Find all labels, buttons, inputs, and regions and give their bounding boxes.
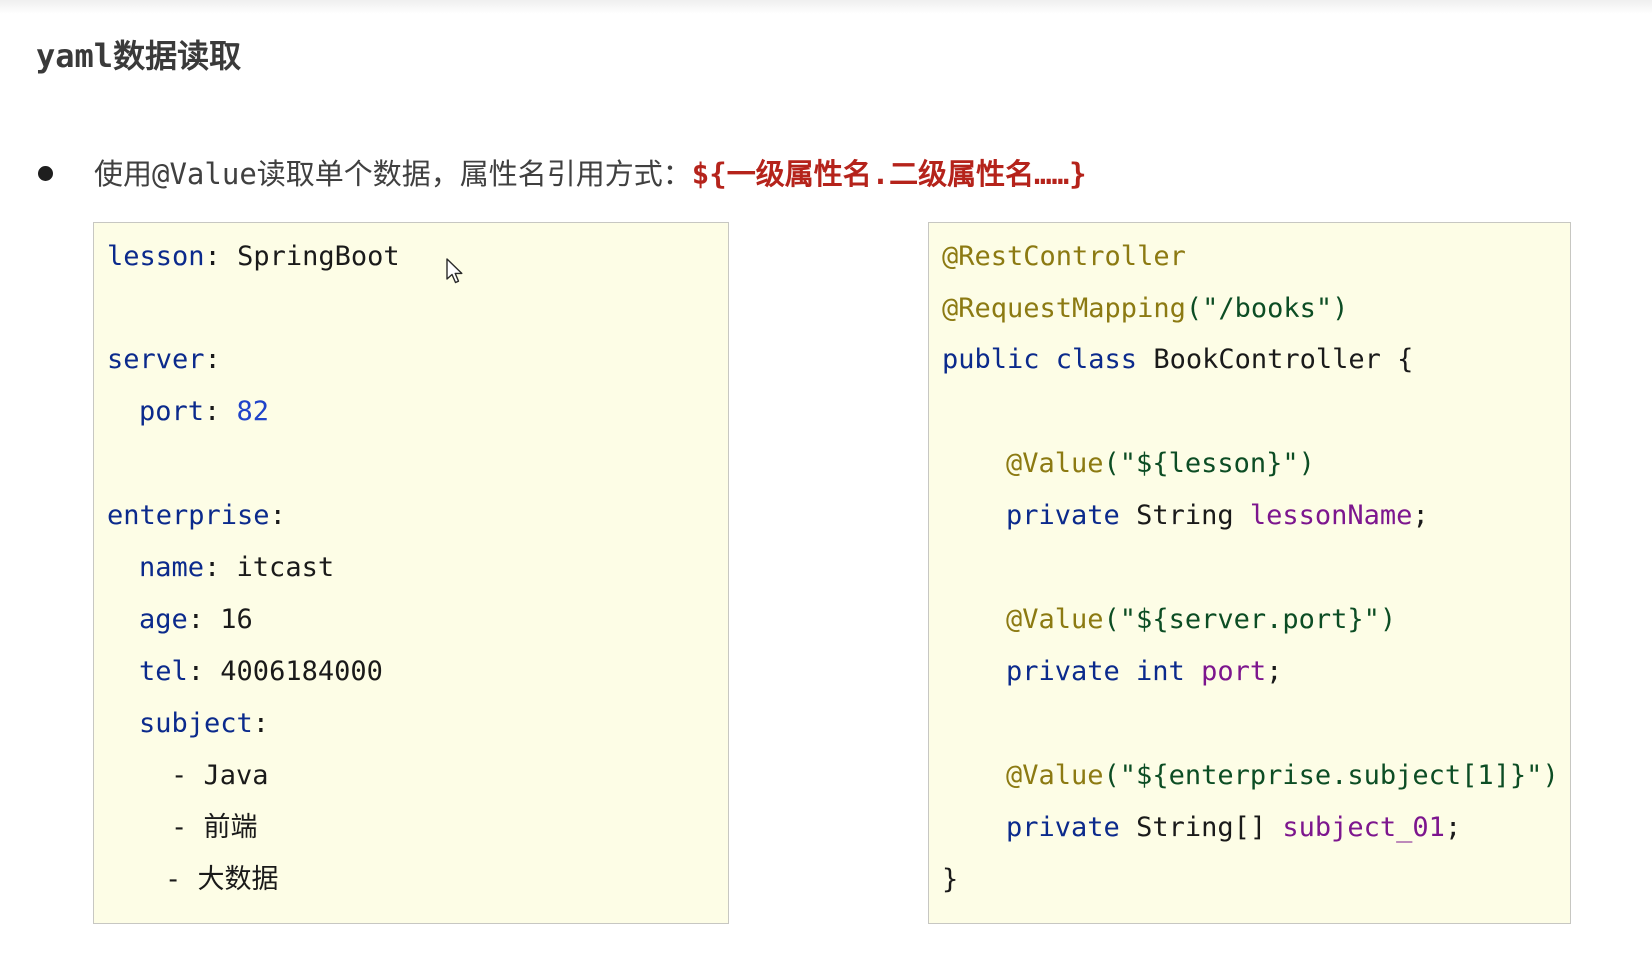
yaml-line-lesson: lesson: SpringBoot <box>107 241 400 272</box>
java-class-name: BookController { <box>1153 344 1414 375</box>
java-line-value-1: @Value("${lesson}") <box>1006 444 1315 484</box>
bullet-text-before: 使用 <box>94 157 153 191</box>
java-field-1-name: lessonName <box>1249 500 1413 531</box>
java-value-annotation: @Value <box>1006 760 1104 791</box>
java-line-value-3: @Value("${enterprise.subject[1]}") <box>1006 756 1559 796</box>
yaml-key-age: age <box>139 604 188 635</box>
bullet-text-after: 读取单个数据，属性名引用方式： <box>256 157 692 191</box>
java-field-3-keyword: private <box>1006 812 1120 843</box>
bullet-text-mono: @Value <box>152 157 257 191</box>
java-field-2-keyword: private int <box>1006 656 1185 687</box>
slide-title: yaml数据读取 <box>36 34 241 78</box>
yaml-line-subject: subject: <box>139 708 270 739</box>
java-field-1-type: String <box>1136 500 1234 531</box>
yaml-value-lesson: SpringBoot <box>237 241 400 272</box>
java-line-field-1: private String lessonName; <box>1006 500 1429 531</box>
yaml-key-name: name <box>139 552 205 583</box>
yaml-line-port: port: 82 <box>139 396 270 427</box>
yaml-line-enterprise: enterprise: <box>107 500 286 531</box>
java-line-field-2: private int port; <box>1006 656 1283 687</box>
yaml-subject-item: - 大数据 <box>165 864 279 895</box>
yaml-line-age: age: 16 <box>139 604 253 635</box>
java-line-field-3: private String[] subject_01; <box>1006 812 1462 843</box>
java-line-value-2: @Value("${server.port}") <box>1006 600 1396 640</box>
java-line-class: public class BookController { <box>942 340 1413 380</box>
bullet-text: 使用@Value读取单个数据，属性名引用方式： <box>94 151 692 193</box>
java-value-3-arg: ("${enterprise.subject[1]}") <box>1103 760 1559 791</box>
bullet-point: 使用@Value读取单个数据，属性名引用方式： ${一级属性名.二级属性名……} <box>38 148 1087 196</box>
yaml-line-server: server: <box>107 344 221 375</box>
yaml-subject-item: - Java <box>171 760 269 791</box>
java-value-1-arg: ("${lesson}") <box>1103 448 1315 479</box>
yaml-subject-item: - 前端 <box>171 812 258 843</box>
java-value-annotation: @Value <box>1006 448 1104 479</box>
yaml-line-tel: tel: 4006184000 <box>139 656 383 687</box>
yaml-subject-item-text: Java <box>203 760 269 791</box>
java-line-request-mapping: @RequestMapping("/books") <box>942 289 1348 329</box>
java-mapping-value: ("/books") <box>1185 293 1349 324</box>
java-closing-brace: } <box>942 864 959 895</box>
java-field-1-keyword: private <box>1006 500 1120 531</box>
yaml-key-lesson: lesson <box>107 241 205 272</box>
yaml-key-enterprise: enterprise <box>107 500 270 531</box>
java-class-keywords: public class <box>942 344 1138 375</box>
java-annotation-rest: @RestController <box>942 241 1186 272</box>
java-code-panel: @RestController @RequestMapping("/books"… <box>928 222 1571 924</box>
java-value-2-arg: ("${server.port}") <box>1103 604 1397 635</box>
java-line-closing-brace: } <box>942 860 958 900</box>
java-annotation-mapping: @RequestMapping <box>942 293 1186 324</box>
yaml-value-name: itcast <box>236 552 335 583</box>
java-line-rest-controller: @RestController <box>942 237 1186 277</box>
yaml-key-server: server <box>107 344 205 375</box>
yaml-key-subject: subject <box>139 708 253 739</box>
java-value-annotation: @Value <box>1006 604 1104 635</box>
yaml-value-port: 82 <box>236 396 270 427</box>
java-field-3-type: String[] <box>1136 812 1267 843</box>
title-rest: 数据读取 <box>113 37 242 75</box>
yaml-subject-item-text: 前端 <box>203 812 258 843</box>
java-field-3-name: subject_01 <box>1282 812 1445 843</box>
yaml-key-tel: tel <box>139 656 188 687</box>
yaml-subject-item-text: 大数据 <box>197 864 279 895</box>
java-field-2-name: port <box>1201 656 1267 687</box>
yaml-code-panel: lesson: SpringBoot server: port: 82 ente… <box>93 222 729 924</box>
bullet-dot-icon <box>38 165 53 181</box>
bullet-highlight: ${一级属性名.二级属性名……} <box>691 157 1087 191</box>
yaml-value-tel: 4006184000 <box>220 656 383 687</box>
mouse-cursor-icon <box>446 258 463 284</box>
title-yaml: yaml <box>36 37 114 75</box>
top-shadow-band <box>0 0 1652 14</box>
yaml-key-port: port <box>139 396 205 427</box>
yaml-line-name: name: itcast <box>139 552 335 583</box>
yaml-value-age: 16 <box>220 604 253 635</box>
